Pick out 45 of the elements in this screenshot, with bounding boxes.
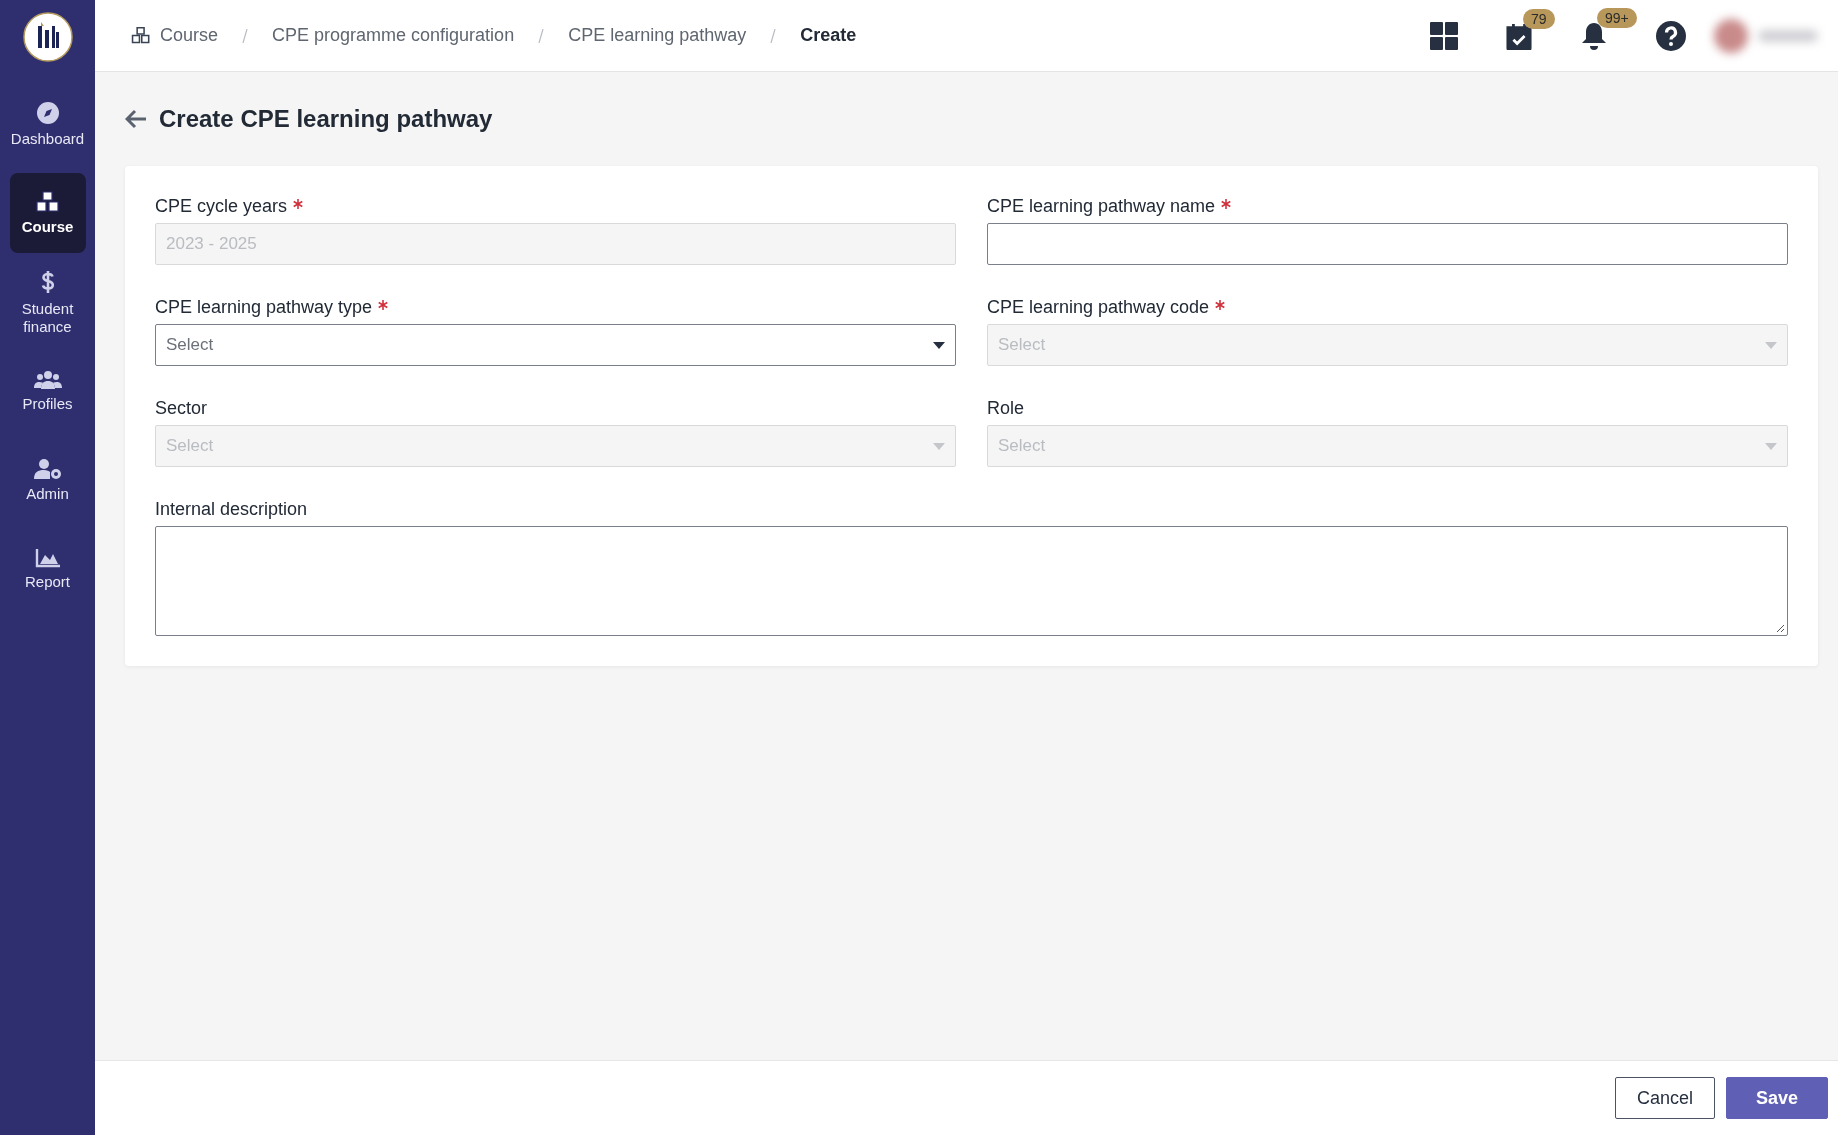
input-field[interactable] [987,223,1788,265]
sidebar-item[interactable]: Profiles [9,351,86,431]
cubes-icon [131,27,151,44]
field-label: CPE learning pathway code [987,297,1210,318]
calendar-check-icon[interactable] [1506,21,1532,50]
caret-icon [1765,442,1777,450]
sidebar-item[interactable]: Admin [9,440,86,520]
apps-grid-icon[interactable] [1430,21,1458,50]
help-icon[interactable] [1656,20,1686,51]
cancel-button[interactable]: Cancel [1614,1077,1715,1119]
select-dropdown[interactable]: Select [155,324,956,366]
caret-icon [1765,341,1777,349]
page-title: Create CPE learning pathway [159,105,493,133]
caret-icon [933,341,945,349]
chart-icon [34,547,61,568]
breadcrumb-link[interactable]: Course [160,25,219,46]
user-gear-icon [33,457,62,480]
field-label: CPE learning pathway name [987,196,1216,217]
caret-icon [933,442,945,450]
logo-icon[interactable] [22,12,73,62]
sidebar-item[interactable]: Dashboard [9,84,86,164]
back-arrow-icon[interactable] [125,109,147,129]
field-label: Role [987,398,1025,419]
compass-icon [35,100,60,125]
users-icon [33,369,62,390]
field-label: Internal description [155,499,308,520]
resize-handle-icon[interactable] [1776,624,1785,633]
field-label: Sector [155,398,208,419]
breadcrumb-link[interactable]: CPE programme configuration [272,25,515,46]
sidebar-item[interactable]: Report [9,529,86,609]
save-button[interactable]: Save [1725,1077,1828,1119]
field-label: CPE cycle years [155,196,288,217]
breadcrumb-separator [538,28,545,43]
cubes-icon [34,190,61,213]
breadcrumb-link[interactable]: CPE learning pathway [568,25,747,46]
field-label: CPE learning pathway type [155,297,373,318]
count-badge: 79 [1523,8,1555,29]
breadcrumb-separator [242,28,249,43]
sidebar-item[interactable]: Student finance [9,262,86,342]
breadcrumb-separator [770,28,777,43]
dollar-icon [39,268,56,295]
count-badge: 99+ [1597,7,1637,28]
user-avatar[interactable] [1714,18,1818,53]
textarea-field[interactable] [155,526,1788,636]
sidebar-item[interactable]: Course [9,173,86,253]
